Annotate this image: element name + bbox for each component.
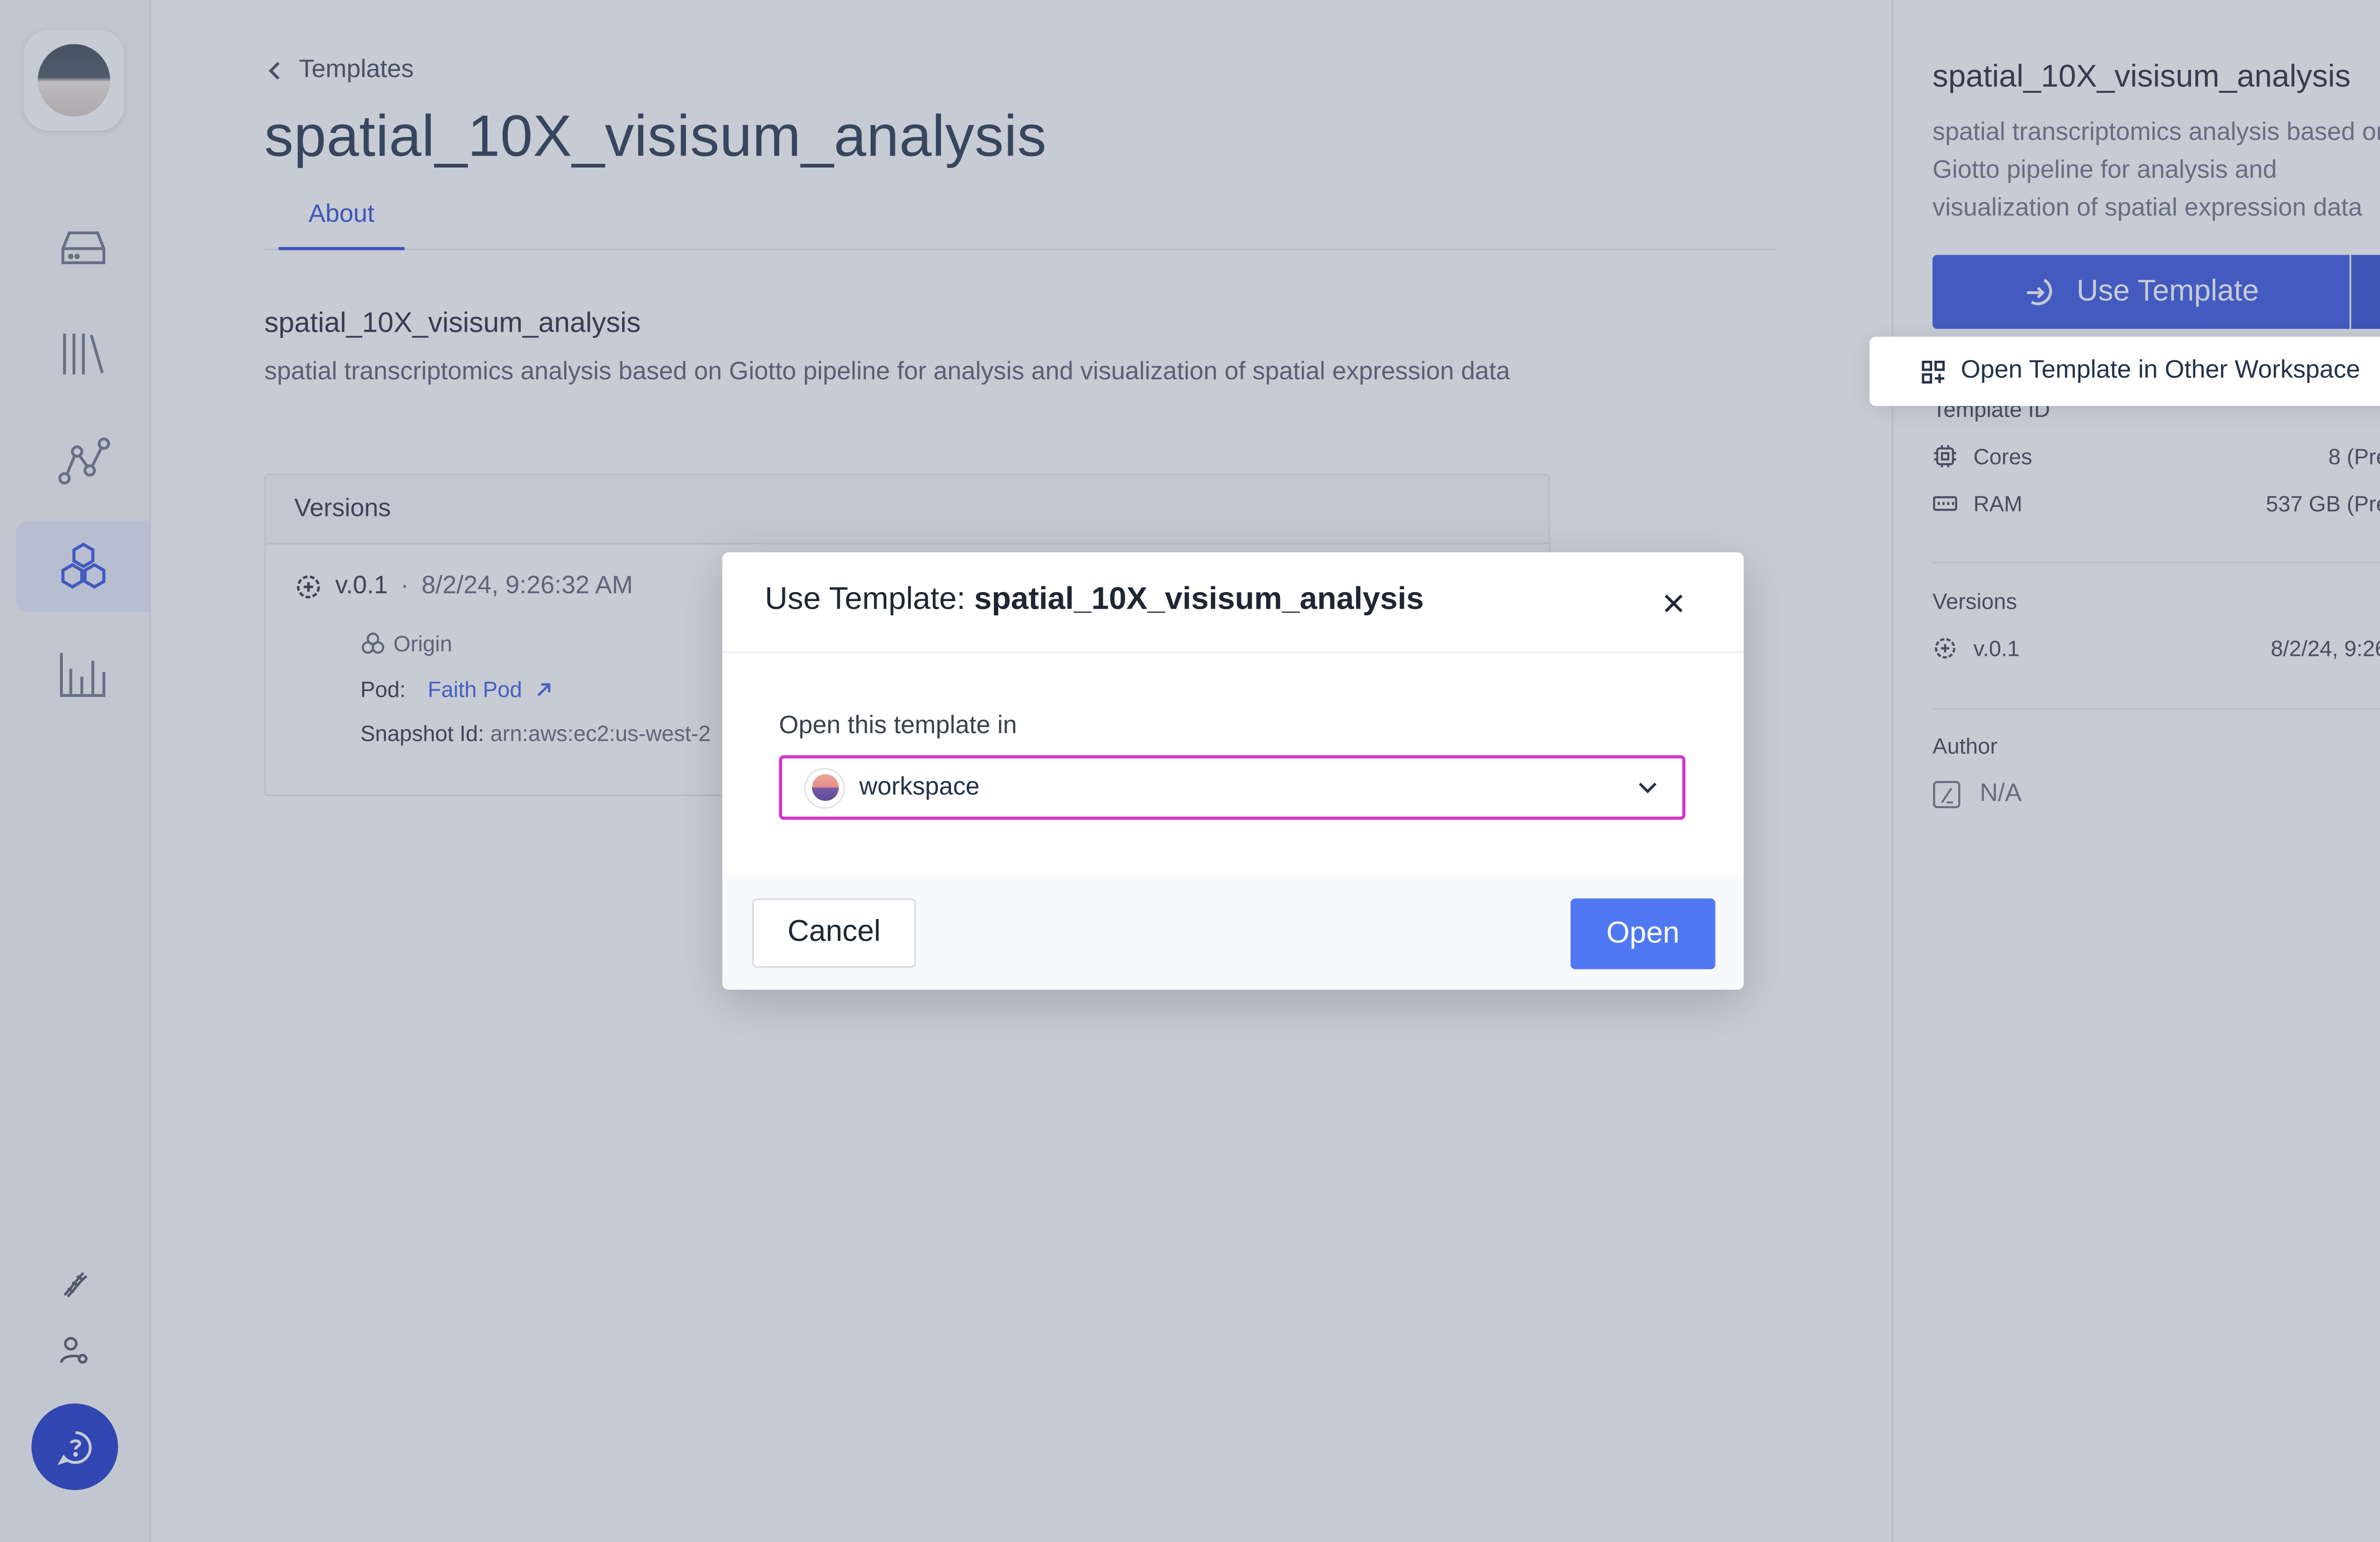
menu-item-label: Open Template in Other Workspace bbox=[1961, 357, 2360, 384]
use-template-modal: Use Template: spatial_10X_visisum_analys… bbox=[722, 552, 1744, 990]
workspace-field-label: Open this template in bbox=[779, 712, 1017, 740]
modal-header: Use Template: spatial_10X_visisum_analys… bbox=[722, 552, 1744, 653]
modal-footer: Cancel Open bbox=[722, 876, 1744, 990]
modal-title-name: spatial_10X_visisum_analysis bbox=[974, 582, 1424, 617]
cancel-button[interactable]: Cancel bbox=[752, 898, 916, 968]
open-in-other-workspace-menu-item[interactable]: Open Template in Other Workspace bbox=[1869, 336, 2380, 406]
workspace-select-value: workspace bbox=[859, 773, 980, 801]
close-button[interactable] bbox=[1654, 584, 1692, 622]
workspace-avatar bbox=[804, 767, 845, 808]
open-button[interactable]: Open bbox=[1570, 898, 1716, 969]
workspace-select[interactable]: workspace bbox=[779, 755, 1686, 820]
app-window: Templates spatial_10X_visisum_analysis A… bbox=[0, 0, 2380, 1542]
chevron-down-icon bbox=[1638, 782, 1657, 793]
modal-title: Use Template: spatial_10X_visisum_analys… bbox=[765, 582, 1424, 618]
grid-add-icon bbox=[1922, 360, 1945, 383]
close-icon bbox=[1664, 593, 1682, 612]
modal-title-prefix: Use Template: bbox=[764, 582, 966, 617]
